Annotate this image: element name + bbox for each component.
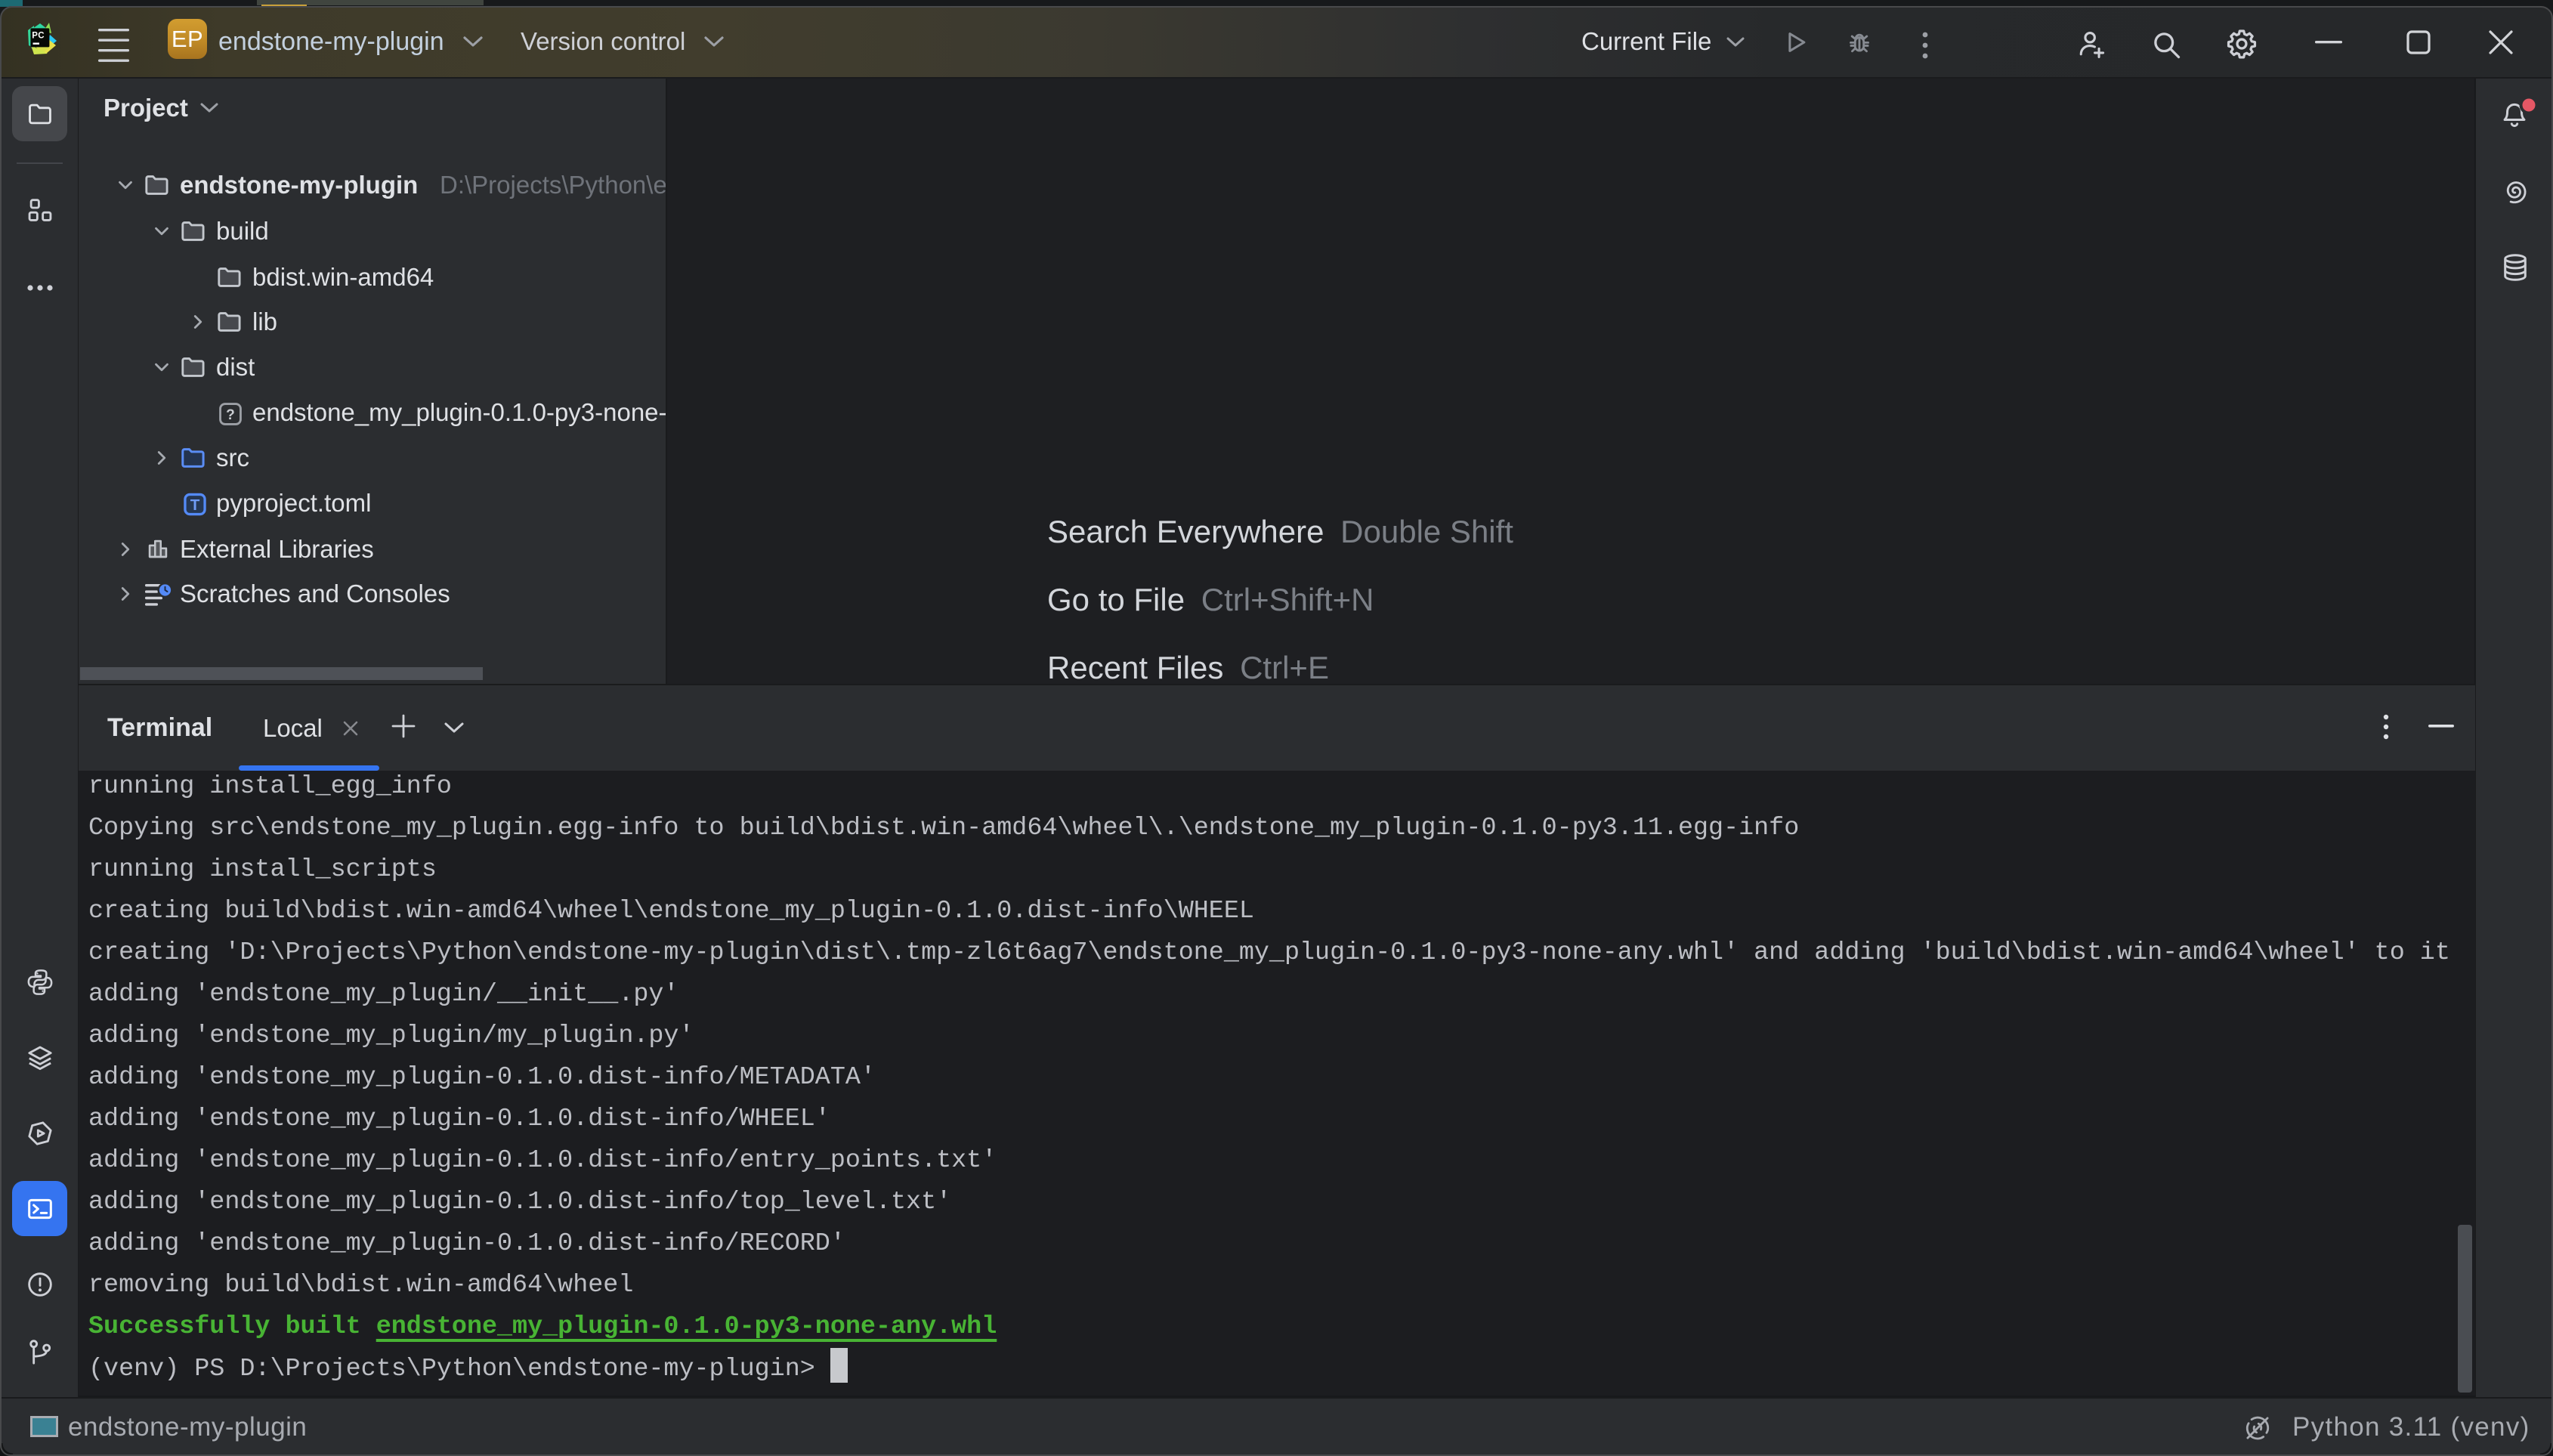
svg-text:T: T [190,496,200,514]
svg-text:PC: PC [32,32,45,41]
svg-text:?: ? [226,407,235,423]
